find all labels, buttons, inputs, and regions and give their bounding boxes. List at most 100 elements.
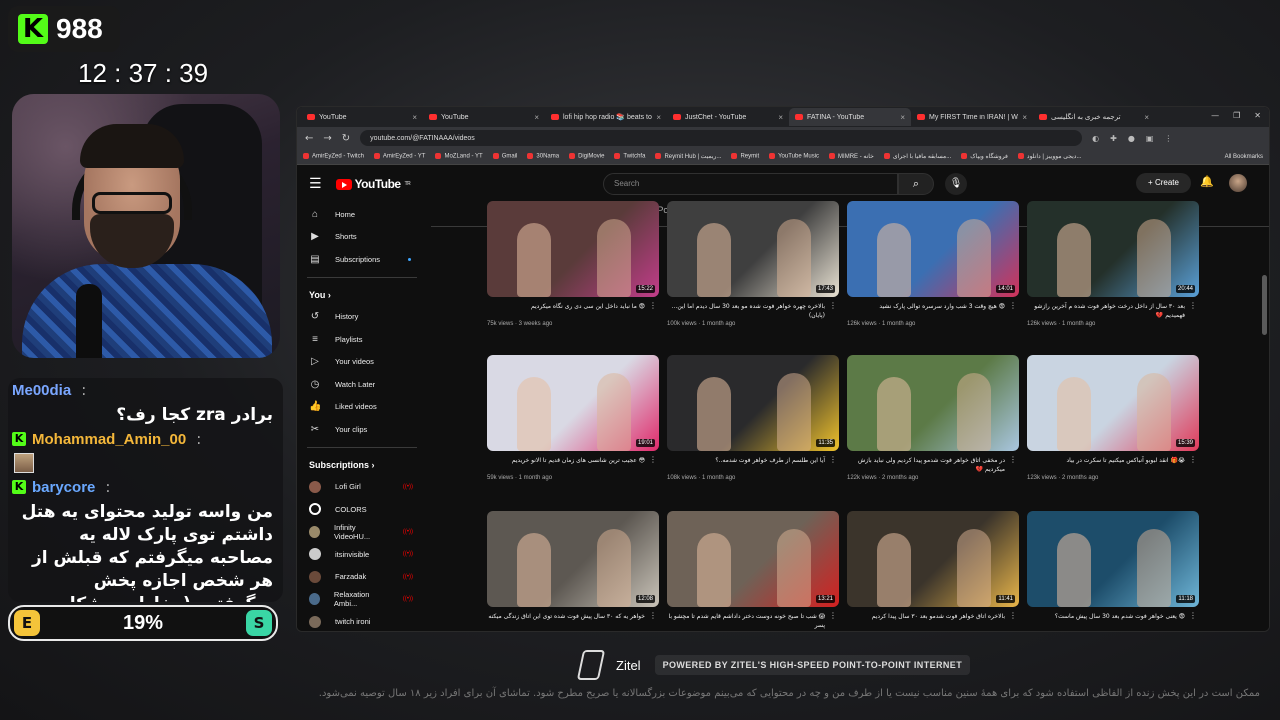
video-thumbnail[interactable]: 14:01 bbox=[847, 201, 1019, 297]
sidebar-item[interactable]: ◷ Watch Later bbox=[297, 373, 427, 396]
video-title[interactable]: 😳 عجیب ترین شانسی های زمان قدیم تا الانو… bbox=[487, 456, 659, 474]
tab-close-icon[interactable]: × bbox=[656, 113, 661, 122]
bookmark-item[interactable]: فروشگاه ویپاک bbox=[961, 153, 1008, 160]
video-thumbnail[interactable] bbox=[847, 355, 1019, 451]
sidebar-item[interactable]: ▤ Subscriptions bbox=[297, 248, 427, 271]
reload-icon[interactable]: ↻ bbox=[342, 133, 350, 144]
browser-tab[interactable]: lofi hip hop radio 📚 beats to × bbox=[545, 108, 667, 126]
more-options-icon[interactable]: ⋮ bbox=[1009, 301, 1017, 310]
subscription-item[interactable]: Lofi Girl ((•)) bbox=[297, 476, 427, 499]
video-title[interactable]: در مخفی اتاق خواهر فوت شدمو پیدا کردیم و… bbox=[847, 456, 1019, 474]
sidebar-item[interactable]: 👍 Liked videos bbox=[297, 396, 427, 419]
bookmark-item[interactable]: YouTube Music bbox=[769, 153, 819, 160]
subscription-item[interactable]: COLORS bbox=[297, 498, 427, 521]
account-avatar[interactable] bbox=[1229, 174, 1247, 192]
video-thumbnail[interactable]: 15:22 bbox=[487, 201, 659, 297]
browser-tab[interactable]: JustChet - YouTube × bbox=[667, 108, 789, 126]
bookmark-item[interactable]: Reymit bbox=[731, 153, 759, 160]
video-card[interactable]: 15:39 😭🎁 انقد لبوبو آنباکس میکنیم تا سکرت… bbox=[1027, 355, 1199, 481]
browser-tab[interactable]: ترجمه خبری به انگلیسی × bbox=[1033, 108, 1155, 126]
browser-tab[interactable]: FATINA - YouTube × bbox=[789, 108, 911, 126]
subscription-item[interactable]: itsinvisible ((•)) bbox=[297, 543, 427, 566]
sidebar-item[interactable]: ⌂ Home bbox=[297, 203, 427, 226]
bookmark-item[interactable]: All Bookmarks bbox=[1225, 154, 1263, 160]
tab-close-icon[interactable]: × bbox=[412, 113, 417, 122]
bookmark-item[interactable]: DigiMovie bbox=[569, 153, 604, 160]
video-title[interactable]: بالاخره چهره خواهر فوت شده مو بعد 30 سال… bbox=[667, 302, 839, 320]
bookmark-item[interactable]: Gmail bbox=[492, 153, 517, 160]
browser-tab[interactable]: My FIRST Time in IRAN! | Was × bbox=[911, 108, 1033, 126]
hamburger-menu-icon[interactable]: ☰ bbox=[309, 176, 322, 192]
bookmark-item[interactable]: MoZLand - YT bbox=[435, 153, 483, 160]
more-options-icon[interactable]: ⋮ bbox=[1189, 455, 1197, 464]
more-options-icon[interactable]: ⋮ bbox=[829, 611, 837, 620]
video-thumbnail[interactable]: 20:44 bbox=[1027, 201, 1199, 297]
video-card[interactable]: 12:08 خواهر یه که ۳۰ سال پیش فوت شده توی … bbox=[487, 511, 659, 631]
sidebar-item[interactable]: ▷ Your videos bbox=[297, 351, 427, 374]
bookmark-item[interactable]: AmirEyZed - YT bbox=[373, 153, 425, 160]
more-options-icon[interactable]: ⋮ bbox=[829, 301, 837, 310]
more-options-icon[interactable]: ⋮ bbox=[649, 455, 657, 464]
subscription-item[interactable]: Farzadak ((•)) bbox=[297, 566, 427, 589]
tab-close-icon[interactable]: × bbox=[534, 113, 539, 122]
bookmark-item[interactable]: Reymit Hub | ریمیت... bbox=[655, 153, 721, 160]
subscription-item[interactable]: twitch ironi bbox=[297, 611, 427, 632]
video-card[interactable]: 11:35 آیا این طلسم از طرف خواهر فوت شدمه.… bbox=[667, 355, 839, 481]
video-card[interactable]: 17:43 بالاخره چهره خواهر فوت شده مو بعد 3… bbox=[667, 201, 839, 327]
video-card[interactable]: 13:21 😱 شب تا صبح خونه دوست دختر داداشم ق… bbox=[667, 511, 839, 631]
more-options-icon[interactable]: ⋮ bbox=[1009, 611, 1017, 620]
sidebar-item[interactable]: ▶ Shorts bbox=[297, 226, 427, 249]
extension-icon[interactable]: ✚ bbox=[1110, 134, 1117, 143]
video-title[interactable]: 😨 ما نباید داخل این سی دی ری نگاه میکردی… bbox=[487, 302, 659, 320]
video-title[interactable]: 😨 یعنی خواهر فوت شدم بعد 30 سال پیش ماست… bbox=[1027, 612, 1199, 630]
menu-dots-icon[interactable]: ⋮ bbox=[1164, 134, 1172, 143]
minimize-icon[interactable]: — bbox=[1211, 111, 1219, 120]
more-options-icon[interactable]: ⋮ bbox=[1189, 611, 1197, 620]
extension-icon[interactable]: ● bbox=[1128, 134, 1135, 143]
bookmark-item[interactable]: Twitchfa bbox=[614, 153, 645, 160]
sidebar-you-heading[interactable]: You › bbox=[297, 284, 427, 306]
tab-close-icon[interactable]: × bbox=[1022, 113, 1027, 122]
bookmark-item[interactable]: مسابقه مافیا با اجرای... bbox=[883, 153, 951, 160]
video-title[interactable]: بالاخره اتاق خواهر فوت شدمو بعد ۳۰ سال پ… bbox=[847, 612, 1019, 630]
more-options-icon[interactable]: ⋮ bbox=[1189, 301, 1197, 310]
sidebar-item[interactable]: ↺ History bbox=[297, 306, 427, 329]
video-thumbnail[interactable]: 11:35 bbox=[667, 355, 839, 451]
more-options-icon[interactable]: ⋮ bbox=[649, 301, 657, 310]
subscription-item[interactable]: Infinity VideoHU... ((•)) bbox=[297, 521, 427, 544]
create-button[interactable]: + Create bbox=[1136, 173, 1191, 193]
sidebar-item[interactable]: ✂ Your clips bbox=[297, 418, 427, 441]
tab-close-icon[interactable]: × bbox=[900, 113, 905, 122]
browser-tab[interactable]: YouTube × bbox=[301, 108, 423, 126]
video-title[interactable]: آیا این طلسم از طرف خواهر فوت شدمه..؟ bbox=[667, 456, 839, 474]
video-thumbnail[interactable]: 12:08 bbox=[487, 511, 659, 607]
video-thumbnail[interactable]: 11:41 bbox=[847, 511, 1019, 607]
youtube-logo[interactable]: YouTube TR bbox=[335, 177, 411, 191]
sidebar-item[interactable]: ≡ Playlists bbox=[297, 328, 427, 351]
sidebar-subscriptions-heading[interactable]: Subscriptions › bbox=[297, 454, 427, 476]
maximize-icon[interactable]: ❐ bbox=[1233, 111, 1240, 120]
more-options-icon[interactable]: ⋮ bbox=[829, 455, 837, 464]
video-thumbnail[interactable]: 11:18 bbox=[1027, 511, 1199, 607]
video-title[interactable]: 😭🎁 انقد لبوبو آنباکس میکنیم تا سکرت در ب… bbox=[1027, 456, 1199, 474]
video-title[interactable]: 😨 هیچ وقت 3 شب وارد سرسره توالی پارک نشی… bbox=[847, 302, 1019, 320]
subscription-item[interactable]: Relaxation Ambi... ((•)) bbox=[297, 588, 427, 611]
bookmark-item[interactable]: دیجی مووییز | دانلود... bbox=[1017, 153, 1081, 160]
bookmark-item[interactable]: MIMRE - خانه bbox=[829, 153, 874, 160]
more-options-icon[interactable]: ⋮ bbox=[1009, 455, 1017, 464]
page-scrollbar[interactable] bbox=[1262, 275, 1267, 335]
video-title[interactable]: بعد ۳۰ سال از داخل درخت خواهر فوت شده م … bbox=[1027, 302, 1199, 320]
back-icon[interactable]: ← bbox=[305, 133, 313, 144]
forward-icon[interactable]: → bbox=[323, 133, 331, 144]
video-card[interactable]: در مخفی اتاق خواهر فوت شدمو پیدا کردیم و… bbox=[847, 355, 1019, 481]
video-card[interactable]: 11:41 بالاخره اتاق خواهر فوت شدمو بعد ۳۰ … bbox=[847, 511, 1019, 631]
video-card[interactable]: 14:01 😨 هیچ وقت 3 شب وارد سرسره توالی پار… bbox=[847, 201, 1019, 327]
more-options-icon[interactable]: ⋮ bbox=[649, 611, 657, 620]
microphone-icon[interactable]: 🎙 bbox=[945, 173, 967, 195]
tab-close-icon[interactable]: × bbox=[1144, 113, 1149, 122]
bookmark-item[interactable]: AmirEyZed - Twitch bbox=[303, 153, 364, 160]
tab-close-icon[interactable]: × bbox=[778, 113, 783, 122]
extension-icon[interactable]: ▣ bbox=[1146, 134, 1154, 143]
video-thumbnail[interactable]: 19:01 bbox=[487, 355, 659, 451]
video-thumbnail[interactable]: 15:39 bbox=[1027, 355, 1199, 451]
